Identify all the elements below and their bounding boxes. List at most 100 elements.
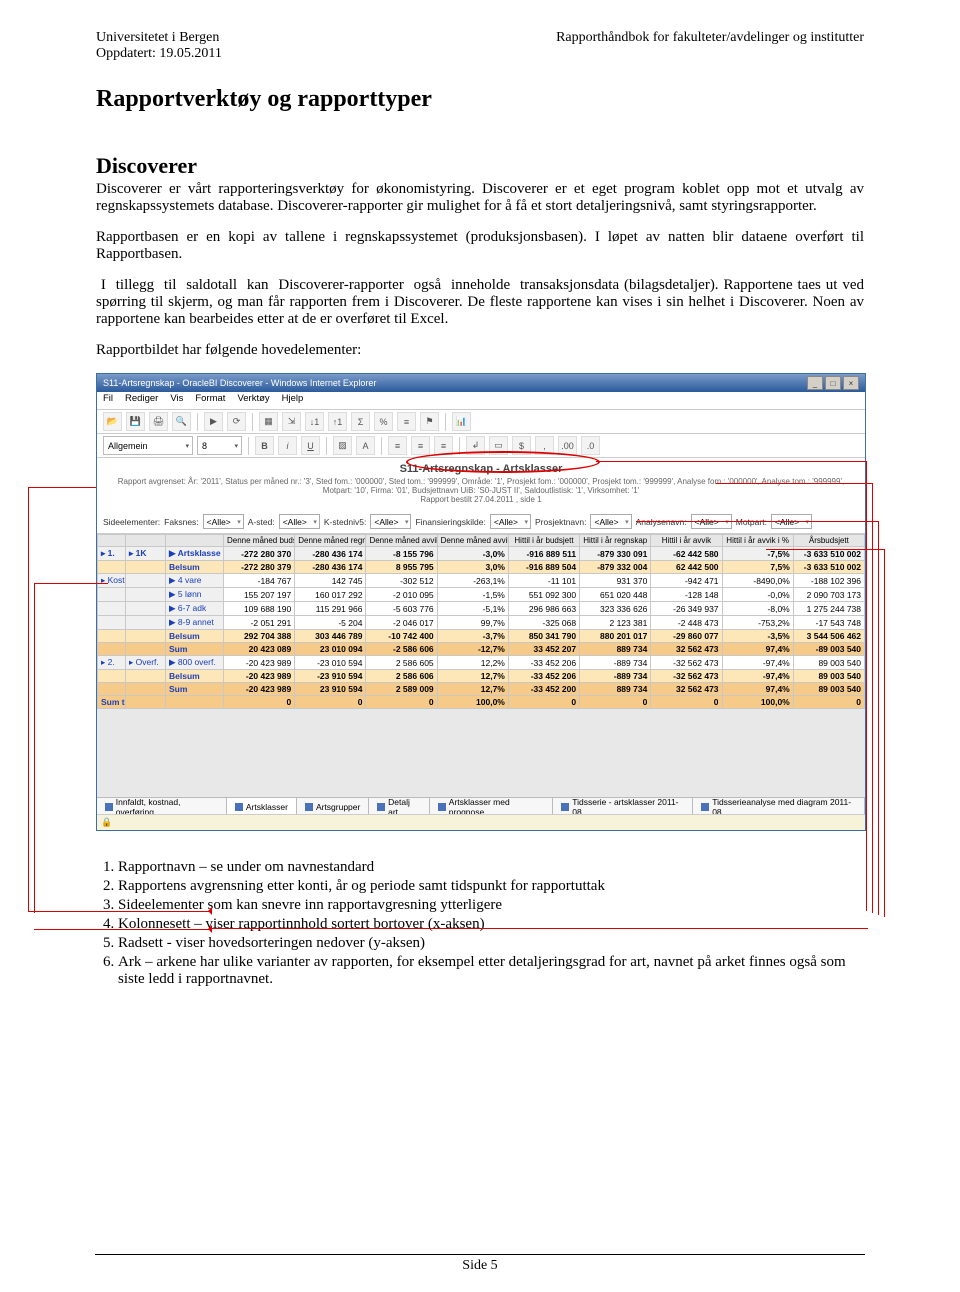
menu-format[interactable]: Format xyxy=(195,393,225,408)
side-select-prosjekt[interactable]: <Alle> xyxy=(590,514,631,529)
sort-asc-icon[interactable]: ↓1 xyxy=(305,412,324,431)
menu-verktoy[interactable]: Verktøy xyxy=(237,393,269,408)
drill-icon[interactable]: ⇲ xyxy=(282,412,301,431)
grid-header[interactable]: Hittil i år avvik i % xyxy=(722,535,793,547)
table-row[interactable]: Belsum-272 280 379-280 436 1748 955 7953… xyxy=(98,561,865,574)
save-icon[interactable]: 💾 xyxy=(126,412,145,431)
minimize-icon[interactable]: _ xyxy=(807,376,823,390)
dec-dec-icon[interactable]: .0 xyxy=(581,436,600,455)
open-icon[interactable]: 📂 xyxy=(103,412,122,431)
menu-vis[interactable]: Vis xyxy=(170,393,183,408)
merge-icon[interactable]: ▭ xyxy=(489,436,508,455)
side-select-ksted[interactable]: <Alle> xyxy=(370,514,411,529)
sheet-tab[interactable]: Artsgrupper xyxy=(297,798,369,815)
table-row[interactable]: Sum20 423 08923 010 094-2 586 606-12,7%3… xyxy=(98,643,865,656)
list-item: Rapportens avgrensning etter konti, år o… xyxy=(118,878,864,895)
grid-header[interactable]: Hittil i år regnskap xyxy=(580,535,651,547)
align-left-icon[interactable]: ≡ xyxy=(388,436,407,455)
table-row[interactable]: ▶ 6-7 adk109 688 190115 291 966-5 603 77… xyxy=(98,602,865,616)
sheet-tab[interactable]: Innfaldt, kostnad, overføring xyxy=(97,798,227,815)
table-row[interactable]: Sum-20 423 98923 910 5942 589 00912,7%-3… xyxy=(98,683,865,696)
preview-icon[interactable]: 🔍 xyxy=(172,412,191,431)
header-org: Universitetet i Bergen xyxy=(96,30,222,46)
report-title: S11-Artsregnskap - Artsklasser xyxy=(97,458,865,477)
toolbar-1: 📂 💾 🖨 🔍 ▶ ⟳ ▦ ⇲ ↓1 ↑1 Σ % ≡ ⚑ 📊 xyxy=(97,410,865,434)
grid-header[interactable] xyxy=(98,535,126,547)
sheet-tab[interactable]: Artsklasser med prognose xyxy=(430,798,553,815)
totals-icon[interactable]: ≡ xyxy=(397,412,416,431)
paragraph-3: I tillegg til saldotall kan Discoverer-r… xyxy=(96,277,864,328)
sum-icon[interactable]: Σ xyxy=(351,412,370,431)
sheet-tab[interactable]: Tidsserieanalyse med diagram 2011-08 xyxy=(693,798,865,815)
number-icon[interactable]: , xyxy=(535,436,554,455)
maximize-icon[interactable]: □ xyxy=(825,376,841,390)
side-select-finans[interactable]: <Alle> xyxy=(490,514,531,529)
grid-header[interactable]: Denne måned avvik % xyxy=(437,535,508,547)
section-heading: Discoverer xyxy=(96,153,864,179)
italic-icon[interactable]: i xyxy=(278,436,297,455)
menu-rediger[interactable]: Rediger xyxy=(125,393,158,408)
fontcolor-icon[interactable]: A xyxy=(356,436,375,455)
table-row[interactable]: ▶ 5 lønn155 207 197160 017 292-2 010 095… xyxy=(98,588,865,602)
chart-icon[interactable]: 📊 xyxy=(452,412,471,431)
list-item: Rapportnavn – se under om navnestandard xyxy=(118,859,864,876)
header-doc: Rapporthåndbok for fakulteter/avdelinger… xyxy=(556,30,864,62)
grid-header[interactable]: Årsbudsjett xyxy=(793,535,864,547)
side-select-analyse[interactable]: <Alle> xyxy=(691,514,732,529)
align-center-icon[interactable]: ≡ xyxy=(411,436,430,455)
grid-header[interactable]: Hittil i år budsjett xyxy=(508,535,579,547)
fontsize-select[interactable]: 8 xyxy=(197,436,242,455)
table-row[interactable]: Sum total000100,0%000100,0%0 xyxy=(98,696,865,709)
run-icon[interactable]: ▶ xyxy=(204,412,223,431)
sheet-tab[interactable]: Tidsserie - artsklasser 2011-08 xyxy=(553,798,693,815)
menu-hjelp[interactable]: Hjelp xyxy=(282,393,304,408)
header-updated: Oppdatert: 19.05.2011 xyxy=(96,46,222,62)
sheet-tab[interactable]: Detalj art xyxy=(369,798,430,815)
menu-bar[interactable]: Fil Rediger Vis Format Verktøy Hjelp xyxy=(97,392,865,410)
menu-fil[interactable]: Fil xyxy=(103,393,113,408)
grid-header[interactable]: Denne måned budsjett xyxy=(224,535,295,547)
refresh-icon[interactable]: ⟳ xyxy=(227,412,246,431)
print-icon[interactable]: 🖨 xyxy=(149,412,168,431)
grid-header[interactable] xyxy=(166,535,224,547)
align-right-icon[interactable]: ≡ xyxy=(434,436,453,455)
sheet-tab[interactable]: Artsklasser xyxy=(227,798,297,815)
side-select-faksnes[interactable]: <Alle> xyxy=(203,514,244,529)
flag-icon[interactable]: ⚑ xyxy=(420,412,439,431)
grid-header[interactable]: Denne måned avvik xyxy=(366,535,437,547)
list-item: Kolonnesett – viser rapportinnhold sorte… xyxy=(118,916,864,933)
report-meta: Rapport avgrenset: År: '2011', Status pe… xyxy=(97,477,865,510)
inc-dec-icon[interactable]: .00 xyxy=(558,436,577,455)
style-select[interactable]: Allgemein xyxy=(103,436,193,455)
table-row[interactable]: ▸ 2.▸ Overf.▶ 800 overf.-20 423 989-23 0… xyxy=(98,656,865,670)
sheet-tabs[interactable]: Innfaldt, kostnad, overføring Artsklasse… xyxy=(97,797,865,815)
side-select-asted[interactable]: <Alle> xyxy=(279,514,320,529)
table-row[interactable]: ▶ 8-9 annet-2 051 291-5 204-2 046 01799,… xyxy=(98,616,865,630)
sort-desc-icon[interactable]: ↑1 xyxy=(328,412,347,431)
grid-header[interactable]: Hittil i år avvik xyxy=(651,535,722,547)
currency-icon[interactable]: $ xyxy=(512,436,531,455)
table-row[interactable]: Belsum-20 423 989-23 910 5942 586 60612,… xyxy=(98,670,865,683)
discoverer-window: S11-Artsregnskap - OracleBI Discoverer -… xyxy=(96,373,866,831)
paragraph-1: Discoverer er vårt rapporteringsverktøy … xyxy=(96,181,864,215)
list-item: Ark – arkene har ulike varianter av rapp… xyxy=(118,954,864,988)
data-grid: Denne måned budsjettDenne måned regnskap… xyxy=(97,534,865,709)
screenshot-figure: S11-Artsregnskap - OracleBI Discoverer -… xyxy=(96,373,864,831)
grid-header[interactable] xyxy=(126,535,166,547)
grid-header[interactable]: Denne måned regnskap xyxy=(295,535,366,547)
wrap-icon[interactable]: ↲ xyxy=(466,436,485,455)
side-select-motpart[interactable]: <Alle> xyxy=(771,514,812,529)
side-label: Sideelementer: xyxy=(103,517,160,527)
bold-icon[interactable]: B xyxy=(255,436,274,455)
lock-icon: 🔒 xyxy=(101,817,112,828)
close-icon[interactable]: × xyxy=(843,376,859,390)
layout-icon[interactable]: ▦ xyxy=(259,412,278,431)
underline-icon[interactable]: U xyxy=(301,436,320,455)
lead-text: Rapportbildet har følgende hovedelemente… xyxy=(96,342,864,359)
fill-icon[interactable]: ▨ xyxy=(333,436,352,455)
table-row[interactable]: ▸ Kostn.▶ 4 vare-184 767142 745-302 512-… xyxy=(98,574,865,588)
table-row[interactable]: ▸ 1.▸ 1K▶ Artsklasse-272 280 370-280 436… xyxy=(98,547,865,561)
list-item: Radsett - viser hovedsorteringen nedover… xyxy=(118,935,864,952)
table-row[interactable]: Belsum292 704 388303 446 789-10 742 400-… xyxy=(98,630,865,643)
percent-icon[interactable]: % xyxy=(374,412,393,431)
